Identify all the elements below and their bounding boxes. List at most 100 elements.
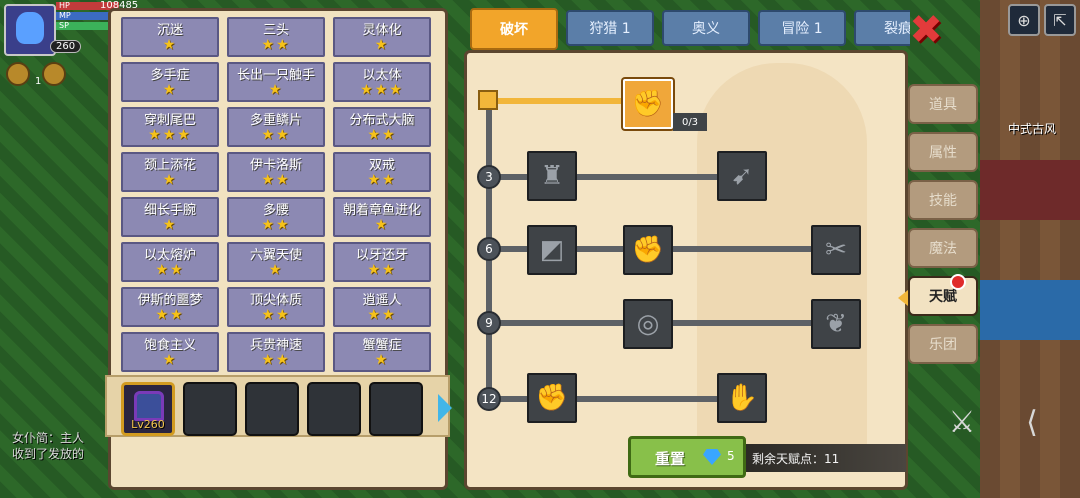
talent-node-shield-break-icon[interactable]: ◩ xyxy=(527,225,577,275)
active-tab-pointer-icon xyxy=(898,290,908,306)
tab-adventure[interactable]: 冒险 1 xyxy=(758,10,846,46)
buff-icon[interactable] xyxy=(6,62,30,86)
sword-icon[interactable]: ⚔ xyxy=(940,400,984,444)
trait-card[interactable]: 伊斯的噩梦 ★★ xyxy=(121,287,219,327)
talent-node-punch-icon[interactable]: ✊ xyxy=(623,225,673,275)
trait-card[interactable]: 以太熔炉 ★★ xyxy=(121,242,219,282)
tab-hunting[interactable]: 狩猎 1 xyxy=(566,10,654,46)
trait-card[interactable]: 伊卡洛斯 ★★ xyxy=(227,152,325,192)
trait-card[interactable]: 顶尖体质 ★★ xyxy=(227,287,325,327)
trait-name: 多手症 xyxy=(150,67,190,83)
trait-name: 蟹蟹症 xyxy=(362,337,402,353)
equipment-slot[interactable] xyxy=(183,382,237,436)
trait-card[interactable]: 长出一只触手 ★ xyxy=(227,62,325,102)
tab-rift[interactable]: 裂痕 xyxy=(854,10,910,46)
trait-card[interactable]: 穿刺尾巴 ★★★ xyxy=(121,107,219,147)
next-page-arrow-icon[interactable] xyxy=(438,394,452,422)
trait-stars: ★★ xyxy=(367,306,397,323)
talent-node-brute-icon[interactable]: ♜ xyxy=(527,151,577,201)
reset-button[interactable]: 重置 5 xyxy=(628,436,746,478)
trait-stars: ★★ xyxy=(261,36,291,53)
trait-card[interactable]: 以太体 ★★★ xyxy=(333,62,431,102)
trait-card[interactable]: 细长手腕 ★ xyxy=(121,197,219,237)
trait-card[interactable]: 灵体化 ★ xyxy=(333,17,431,57)
trait-card[interactable]: 多腰 ★★ xyxy=(227,197,325,237)
tab-destruction[interactable]: 破坏 xyxy=(470,8,558,50)
trait-stars: ★ xyxy=(374,351,390,368)
chat-log[interactable]: 女仆简：主人 收到了发放的 xyxy=(12,430,84,462)
talent-category-tabs: 破坏 狩猎 1 奥义 冒险 1 裂痕 xyxy=(470,8,910,50)
trait-card[interactable]: 多手症 ★ xyxy=(121,62,219,102)
trait-panel: 沉迷 ★ 三头 ★★ 灵体化 ★ 多手症 ★ 长出一只触手 ★ 以太体 ★★★ 穿刺尾巴 ★★★ 多重鳞片 ★… xyxy=(105,8,450,490)
exit-icon[interactable]: ⇱ xyxy=(1044,4,1076,36)
skill-icon[interactable] xyxy=(42,62,66,86)
trait-name: 长出一只触手 xyxy=(236,67,315,83)
talent-node-slash-icon[interactable]: ✂ xyxy=(811,225,861,275)
trait-name: 顶尖体质 xyxy=(249,292,302,308)
side-tab-skills[interactable]: 技能 xyxy=(908,180,978,220)
trait-card[interactable]: 多重鳞片 ★★ xyxy=(227,107,325,147)
trait-card[interactable]: 双戒 ★★ xyxy=(333,152,431,192)
talent-node-fist-icon[interactable]: ✊ xyxy=(527,373,577,423)
talent-node-shockwave-icon[interactable]: ◎ xyxy=(623,299,673,349)
trait-card[interactable]: 六翼天使 ★ xyxy=(227,242,325,282)
trait-name: 多腰 xyxy=(262,202,289,218)
equipment-slot-selected[interactable]: Lv260 xyxy=(121,382,175,436)
trait-name: 三头 xyxy=(262,22,289,38)
trait-name: 以太熔炉 xyxy=(143,247,196,263)
trait-stars: ★★★ xyxy=(360,81,404,98)
side-tab-magic[interactable]: 魔法 xyxy=(908,228,978,268)
trait-name: 沉迷 xyxy=(156,22,183,38)
tier-label: 6 xyxy=(477,237,501,261)
talent-node-count: 0/3 xyxy=(673,113,707,131)
map-location-label: 中式古风 xyxy=(1008,122,1057,136)
equipment-slot[interactable] xyxy=(307,382,361,436)
notification-dot-icon xyxy=(950,274,966,290)
trait-name: 灵体化 xyxy=(362,22,402,38)
trait-card[interactable]: 饱食主义 ★ xyxy=(121,332,219,372)
trait-card[interactable]: 朝着章鱼进化 ★ xyxy=(333,197,431,237)
trait-name: 以太体 xyxy=(362,67,402,83)
trait-stars: ★★ xyxy=(261,216,291,233)
side-tab-attributes[interactable]: 属性 xyxy=(908,132,978,172)
talent-node-gauntlet-icon[interactable]: ✋ xyxy=(717,373,767,423)
trait-card[interactable]: 兵贵神速 ★★ xyxy=(227,332,325,372)
share-icon[interactable]: ⟨ xyxy=(1010,400,1054,444)
trait-name: 细长手腕 xyxy=(143,202,196,218)
player-avatar[interactable] xyxy=(4,4,56,56)
trait-stars: ★★ xyxy=(367,171,397,188)
equipment-slot-bar: Lv260 xyxy=(105,375,450,437)
close-icon[interactable]: ✖ xyxy=(908,10,944,50)
side-tab-band[interactable]: 乐团 xyxy=(908,324,978,364)
trait-stars: ★★ xyxy=(261,171,291,188)
trait-card[interactable]: 分布式大脑 ★★ xyxy=(333,107,431,147)
tier-label: 12 xyxy=(477,387,501,411)
buff-count: 1 xyxy=(35,76,42,87)
trait-stars: ★★ xyxy=(261,126,291,143)
trait-card[interactable]: 三头 ★★ xyxy=(227,17,325,57)
trait-card[interactable]: 逍遥人 ★★ xyxy=(333,287,431,327)
trait-card[interactable]: 颈上添花 ★ xyxy=(121,152,219,192)
trait-name: 兵贵神速 xyxy=(249,337,302,353)
talent-node-arm-wrestle-icon[interactable]: ✊ xyxy=(623,79,673,129)
talent-node-arrow-strike-icon[interactable]: ➹ xyxy=(717,151,767,201)
globe-icon[interactable]: ⊕ xyxy=(1008,4,1040,36)
trait-card[interactable]: 沉迷 ★ xyxy=(121,17,219,57)
trait-stars: ★★ xyxy=(261,306,291,323)
equipment-slot[interactable] xyxy=(245,382,299,436)
trait-name: 饱食主义 xyxy=(143,337,196,353)
trait-stars: ★ xyxy=(162,351,178,368)
trait-card[interactable]: 以牙还牙 ★★ xyxy=(333,242,431,282)
trait-stars: ★ xyxy=(374,36,390,53)
mp-bar: MP xyxy=(56,12,115,20)
trait-grid: 沉迷 ★ 三头 ★★ 灵体化 ★ 多手症 ★ 长出一只触手 ★ 以太体 ★★★ 穿刺尾巴 ★★★ 多重鳞片 ★… xyxy=(121,17,431,372)
side-tab-items[interactable]: 道具 xyxy=(908,84,978,124)
tab-mystic[interactable]: 奥义 xyxy=(662,10,750,46)
talent-node-bat-icon[interactable]: ❦ xyxy=(811,299,861,349)
equipment-slot[interactable] xyxy=(369,382,423,436)
trait-name: 穿刺尾巴 xyxy=(143,112,196,128)
trait-stars: ★★★ xyxy=(148,126,192,143)
side-tab-talent[interactable]: 天赋 xyxy=(908,276,978,316)
trait-card[interactable]: 蟹蟹症 ★ xyxy=(333,332,431,372)
trait-stars: ★★ xyxy=(155,306,185,323)
